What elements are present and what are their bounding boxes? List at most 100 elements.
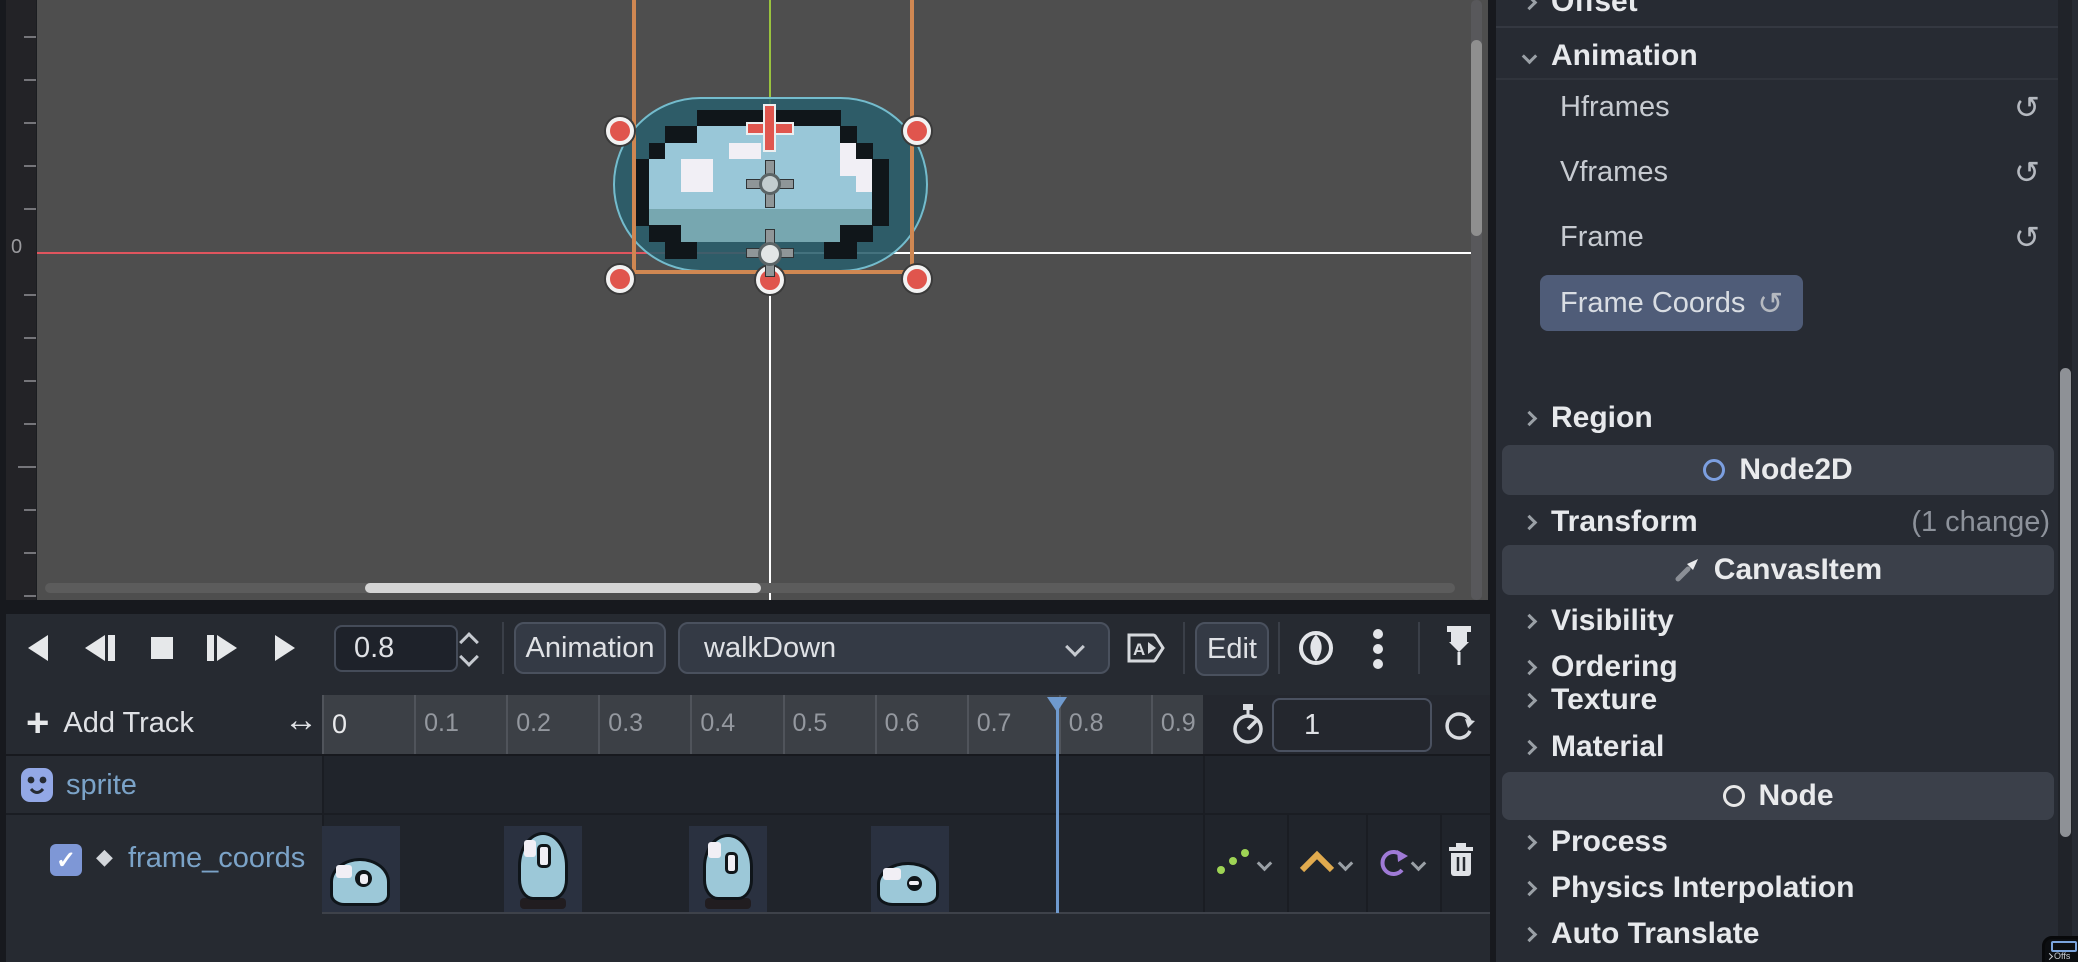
interpolation-icon [1298,850,1336,874]
selection-handle-mid-left[interactable] [606,117,634,145]
stop-button[interactable] [138,624,186,672]
section-material[interactable]: Material [1496,729,2078,765]
viewport-hscrollbar-thumb[interactable] [365,583,761,593]
frame-label: Frame [1560,221,1644,254]
ruler-tick-label: 0.6 [885,709,920,738]
section-process[interactable]: Process [1496,824,2078,860]
selection-handle-bottom-right[interactable] [903,265,931,293]
ruler-tick-label: 0 [332,709,347,740]
ruler-grid-line [414,695,416,756]
section-region-label: Region [1551,401,1653,435]
section-region[interactable]: Region [1496,398,2078,438]
current-animation-name: walkDown [704,632,836,665]
inspector-scrollbar-thumb[interactable] [2060,368,2071,837]
track-row-sprite[interactable]: sprite [6,756,322,814]
node-icon [1723,785,1745,807]
keyframe-0.0[interactable] [322,826,400,913]
selection-handle-bottom-left[interactable] [606,265,634,293]
pin-animation-player-button[interactable] [1442,624,1476,670]
keyframe-diamond-icon: ◆ [96,844,113,870]
section-ordering[interactable]: Ordering [1496,649,2078,685]
playhead[interactable] [1056,697,1059,913]
section-material-label: Material [1551,730,1664,764]
update-mode-button[interactable] [1214,846,1254,878]
kebab-menu-icon [1372,628,1384,670]
revert-frame-icon[interactable]: ↺ [2014,222,2040,253]
center-gizmo-dot[interactable] [759,173,781,195]
track-node-name: sprite [66,769,137,802]
animation-select-dropdown[interactable]: walkDown [678,622,1110,674]
origin-gizmo-dot[interactable] [758,242,782,266]
keyframe-0.2[interactable] [504,826,582,913]
playback-speed-input[interactable]: 0.8 [334,625,458,672]
keyframe-0.6[interactable] [871,826,949,913]
ruler-tick-label: 0.7 [977,709,1012,738]
play-button[interactable] [261,624,309,672]
timeline-ruler[interactable]: 00.10.20.30.40.50.60.70.80.9 [322,695,1203,756]
section-transform[interactable]: Transform (1 change) [1496,502,2078,542]
canvasitem-brush-icon [1674,557,1700,583]
onion-skin-icon [1296,628,1336,668]
section-visibility[interactable]: Visibility [1496,603,2078,639]
pan-timeline-icon[interactable]: ↔ [284,701,318,740]
ruler-grid-line [875,695,877,756]
playback-speed-value: 0.8 [354,632,394,665]
ruler-tick [24,165,36,167]
interpolation-mode-button[interactable] [1298,850,1336,874]
godot-editor: 0 0.8 Animation walkDown A Ed [0,0,2078,962]
revert-vframes-icon[interactable]: ↺ [2014,157,2040,188]
selection-handle-mid-right[interactable] [903,117,931,145]
playhead-handle[interactable] [1047,697,1067,712]
chevron-right-icon [1522,410,1538,426]
property-row-hframes: Hframes ↺ [1496,80,2056,134]
loop-animation-icon[interactable] [1441,707,1477,743]
revert-hframes-icon[interactable]: ↺ [2014,92,2040,123]
animation-menu-button[interactable]: Animation [514,622,666,674]
chevron-right-icon [1522,659,1538,675]
viewport-vscrollbar-thumb[interactable] [1471,40,1482,236]
track-row-frame-coords[interactable]: ✓ ◆ frame_coords [6,814,322,913]
ruler-tick-label: 0.3 [608,709,643,738]
loop-wrap-icon [1374,848,1410,878]
ruler-tick [24,337,36,339]
section-animation-label: Animation [1551,39,1698,73]
chevron-down-icon [1065,637,1085,657]
section-offset[interactable]: Offset [1496,0,2078,22]
track-enabled-checkbox[interactable]: ✓ [50,844,82,876]
ruler-tick [24,595,36,597]
autoplay-on-load-button[interactable]: A [1126,630,1168,666]
chevron-right-icon [1522,514,1538,530]
track-property-name: frame_coords [128,842,305,875]
loop-wrap-mode-button[interactable] [1374,848,1410,878]
bar-icon [207,635,214,661]
delete-track-button[interactable] [1446,842,1476,878]
keyframe-0.4[interactable] [689,826,767,913]
pivot-cross-icon[interactable] [765,106,774,150]
bar-icon [108,635,115,661]
speed-stepper[interactable] [462,635,476,664]
canvas-2d-viewport[interactable]: 0 [6,0,1488,600]
add-track-button[interactable]: + Add Track [26,703,194,743]
play-backwards-from-end-button[interactable] [14,624,62,672]
chevron-right-icon [1522,834,1538,850]
animation-length-input[interactable]: 1 [1272,698,1432,752]
ruler-grid-line [598,695,600,756]
section-physics-interpolation[interactable]: Physics Interpolation [1496,870,2078,906]
edit-button[interactable]: Edit [1195,622,1269,676]
play-backwards-button[interactable] [76,624,124,672]
section-texture[interactable]: Texture [1496,682,2078,718]
property-row-frame-coords-selected[interactable]: Frame Coords ↺ [1540,275,1803,331]
ruler-major-tick [18,466,36,468]
ruler-grid-line [967,695,969,756]
onion-skinning-button[interactable] [1296,628,1336,668]
play-from-start-button[interactable] [198,624,246,672]
onion-options-menu-button[interactable] [1372,628,1388,672]
category-canvasitem-label: CanvasItem [1714,553,1882,587]
check-icon: ✓ [56,846,76,875]
section-animation[interactable]: Animation [1496,36,2078,76]
section-auto-translate[interactable]: Auto Translate [1496,916,2078,952]
ruler-tick-label: 0.1 [424,709,459,738]
revert-frame-coords-icon[interactable]: ↺ [1757,288,1783,319]
column-divider [1287,814,1289,913]
transform-change-badge: (1 change) [1911,506,2050,539]
